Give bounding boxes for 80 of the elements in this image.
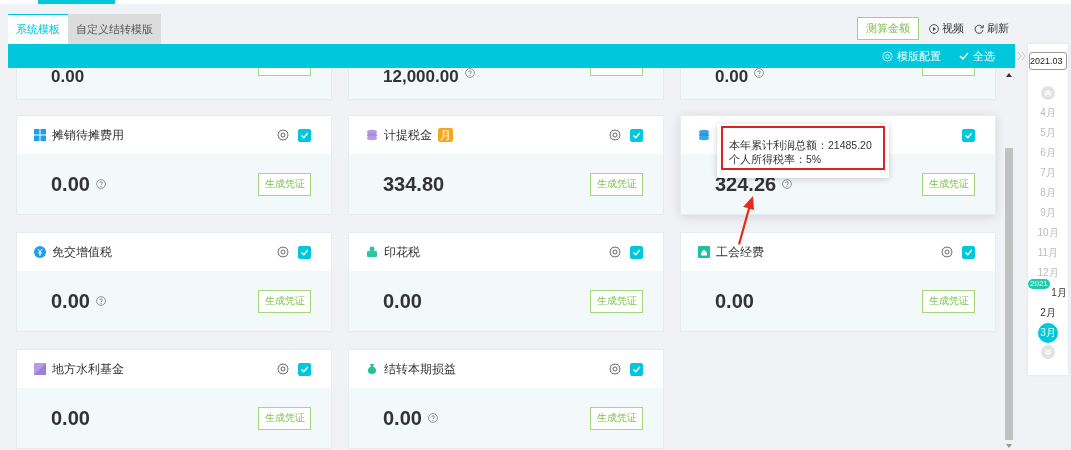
- amount: 0.00: [715, 289, 754, 313]
- card-icon: [34, 129, 46, 141]
- month-item[interactable]: 1月: [1051, 284, 1067, 302]
- amount: 0.00: [51, 406, 90, 430]
- card-icon: [366, 129, 378, 141]
- button-edge[interactable]: [258, 68, 311, 76]
- help-icon[interactable]: [95, 296, 106, 306]
- amount: 12,000.00: [383, 68, 459, 86]
- amount: 0.00: [715, 68, 749, 86]
- refresh-icon: [974, 23, 984, 34]
- checkbox[interactable]: [630, 362, 643, 376]
- play-icon: [929, 23, 939, 34]
- scroll-down-icon[interactable]: [1041, 345, 1055, 359]
- generate-voucher-button[interactable]: 生成凭证: [590, 406, 643, 430]
- checkbox[interactable]: [630, 128, 643, 142]
- video-link[interactable]: 视频: [929, 21, 964, 36]
- settings-icon[interactable]: [277, 129, 289, 141]
- amount: 0.00: [383, 406, 422, 430]
- card-title: 摊销待摊费用: [52, 126, 124, 144]
- help-icon[interactable]: [95, 179, 106, 189]
- card-title: 结转本期损益: [384, 360, 456, 378]
- checkbox[interactable]: [298, 128, 311, 142]
- card-icon: [366, 363, 378, 375]
- button-edge[interactable]: [590, 68, 643, 76]
- settings-icon[interactable]: [609, 363, 621, 375]
- scroll-up-arrow-icon[interactable]: [1006, 73, 1012, 77]
- settings-icon[interactable]: [609, 129, 621, 141]
- year-tag: 2021: [1028, 279, 1050, 289]
- checkbox[interactable]: [298, 245, 311, 259]
- help-icon[interactable]: [427, 413, 438, 423]
- card-icon: [34, 246, 46, 258]
- button-edge[interactable]: [922, 68, 975, 76]
- check-icon: [959, 51, 969, 61]
- checkbox[interactable]: [962, 128, 975, 142]
- amount: 334.80: [383, 172, 445, 196]
- amount: 0.00: [383, 289, 422, 313]
- scroll-down-arrow-icon[interactable]: [1006, 444, 1012, 448]
- generate-voucher-button[interactable]: 生成凭证: [590, 172, 643, 196]
- generate-voucher-button[interactable]: 生成凭证: [258, 406, 311, 430]
- help-icon[interactable]: [464, 68, 475, 78]
- checkbox[interactable]: [298, 362, 311, 376]
- amount: 0.00: [51, 68, 85, 86]
- month-badge: 月: [438, 128, 453, 142]
- tab[interactable]: 系统模板: [8, 14, 68, 44]
- card-icon: [698, 246, 710, 258]
- generate-voucher-button[interactable]: 生成凭证: [590, 289, 643, 313]
- select-all-button[interactable]: 全选: [959, 48, 995, 64]
- settings-icon[interactable]: [277, 246, 289, 258]
- card-icon: [698, 129, 710, 141]
- settings-icon[interactable]: [941, 246, 953, 258]
- generate-voucher-button[interactable]: 生成凭证: [922, 289, 975, 313]
- card-title: 印花税: [384, 243, 420, 261]
- help-icon[interactable]: [782, 179, 793, 189]
- card-title: 计提税金: [384, 126, 432, 144]
- expand-icon[interactable]: [1017, 51, 1026, 61]
- tab[interactable]: 自定义结转模版: [68, 14, 161, 44]
- gear-icon: [882, 50, 893, 62]
- generate-voucher-button[interactable]: 生成凭证: [258, 172, 311, 196]
- checkbox[interactable]: [962, 245, 975, 259]
- help-icon[interactable]: [754, 68, 765, 78]
- card-icon: [366, 246, 378, 258]
- amount: 0.00: [51, 289, 90, 313]
- amount: 0.00: [51, 172, 90, 196]
- generate-voucher-button[interactable]: 生成凭证: [922, 172, 975, 196]
- month-item[interactable]: 3月: [1038, 323, 1058, 343]
- card-icon: [34, 363, 46, 375]
- settings-icon[interactable]: [609, 246, 621, 258]
- date-field[interactable]: 2021.03: [1029, 52, 1067, 70]
- scroll-up-icon[interactable]: [1041, 86, 1055, 100]
- settings-icon[interactable]: [277, 363, 289, 375]
- tooltip-text: 本年累计利润总额：21485.20 个人所得税率：5%: [729, 138, 873, 166]
- card-title: 工会经费: [716, 243, 764, 261]
- calculate-button[interactable]: 测算金额: [857, 17, 919, 40]
- refresh-link[interactable]: 刷新: [974, 21, 1009, 36]
- card-title: 地方水利基金: [52, 360, 124, 378]
- generate-voucher-button[interactable]: 生成凭证: [258, 289, 311, 313]
- month-item[interactable]: 2月: [1040, 304, 1056, 322]
- template-settings-button[interactable]: 模版配置: [882, 48, 941, 64]
- card-title: 免交增值税: [52, 243, 112, 261]
- checkbox[interactable]: [630, 245, 643, 259]
